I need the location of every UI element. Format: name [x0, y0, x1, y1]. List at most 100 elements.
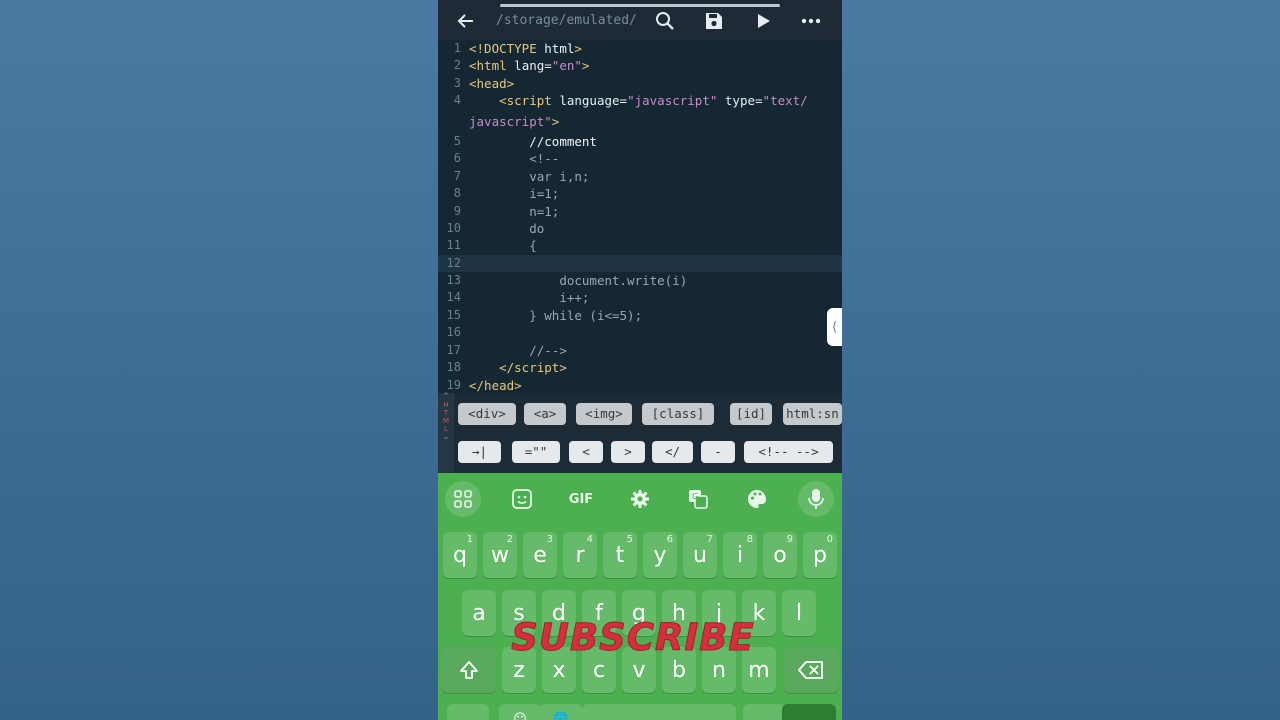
- code-line[interactable]: 10 do: [438, 220, 842, 237]
- snippet-language-selector[interactable]: ⌃ HTML ⌄: [438, 393, 454, 473]
- enter-key[interactable]: [782, 704, 836, 720]
- code-text[interactable]: do: [469, 220, 544, 237]
- gif-button[interactable]: GIF: [563, 481, 599, 517]
- snippet-chip[interactable]: </: [652, 441, 693, 463]
- more-icon[interactable]: [798, 8, 824, 34]
- code-editor[interactable]: 1 <!DOCTYPE html> 2 <html lang="en"> 3 <head>…: [438, 40, 842, 393]
- key-l[interactable]: l: [782, 590, 816, 636]
- key-r[interactable]: r4: [563, 532, 597, 578]
- symbols-key[interactable]: [447, 704, 489, 720]
- code-text[interactable]: i++;: [469, 289, 589, 306]
- language-key[interactable]: 🌐: [540, 704, 582, 720]
- code-text[interactable]: </head>: [469, 377, 522, 393]
- line-number: 1: [453, 41, 461, 55]
- line-number: 16: [446, 325, 461, 339]
- apps-grid-icon[interactable]: [445, 481, 481, 517]
- code-line[interactable]: 17 //-->: [438, 342, 842, 359]
- snippet-chip[interactable]: <img>: [576, 403, 632, 425]
- code-line[interactable]: 15 } while (i<=5);: [438, 307, 842, 324]
- key-i[interactable]: i8: [723, 532, 757, 578]
- settings-gear-icon[interactable]: [622, 481, 658, 517]
- snippet-chip[interactable]: <: [569, 441, 603, 463]
- code-line[interactable]: 5 //comment: [438, 133, 842, 150]
- spacebar[interactable]: [582, 704, 736, 720]
- code-line[interactable]: 2 <html lang="en">: [438, 57, 842, 74]
- code-line[interactable]: 6 <!--: [438, 150, 842, 167]
- key-p[interactable]: p0: [803, 532, 837, 578]
- code-text[interactable]: <script language="javascript" type="text…: [469, 92, 808, 109]
- code-line[interactable]: 18 </script>: [438, 359, 842, 376]
- back-arrow-icon[interactable]: [453, 8, 479, 34]
- snippet-chip[interactable]: <!-- -->: [744, 441, 833, 463]
- code-line[interactable]: 9 n=1;: [438, 203, 842, 220]
- code-text[interactable]: } while (i<=5);: [469, 307, 642, 324]
- backspace-key[interactable]: [784, 647, 838, 693]
- key-w[interactable]: w2: [483, 532, 517, 578]
- snippet-chip[interactable]: [class]: [642, 403, 714, 425]
- code-line[interactable]: 7 var i,n;: [438, 168, 842, 185]
- key-label: a: [472, 600, 486, 626]
- snippet-chip[interactable]: ="": [512, 441, 560, 463]
- snippet-chip[interactable]: <a>: [524, 403, 566, 425]
- snippet-chip[interactable]: <div>: [458, 403, 516, 425]
- key-a[interactable]: a: [462, 590, 496, 636]
- code-text[interactable]: <!DOCTYPE html>: [469, 40, 582, 57]
- key-hint: 0: [826, 534, 833, 545]
- code-text[interactable]: <html lang="en">: [469, 57, 589, 74]
- translate-icon[interactable]: G: [680, 481, 716, 517]
- key-t[interactable]: t5: [603, 532, 637, 578]
- snippet-chip[interactable]: [id]: [730, 403, 772, 425]
- play-icon[interactable]: [750, 8, 776, 34]
- code-text[interactable]: javascript">: [469, 113, 559, 130]
- file-path[interactable]: /storage/emulated/0: [496, 13, 636, 28]
- palette-icon[interactable]: [739, 481, 775, 517]
- save-icon[interactable]: [701, 8, 727, 34]
- code-text[interactable]: i=1;: [469, 185, 559, 202]
- key-e[interactable]: e3: [523, 532, 557, 578]
- code-text[interactable]: n=1;: [469, 203, 559, 220]
- code-line[interactable]: 19 </head>: [438, 377, 842, 393]
- code-line[interactable]: 16: [438, 324, 842, 341]
- code-line[interactable]: 1 <!DOCTYPE html>: [438, 40, 842, 57]
- code-text[interactable]: document.write(i): [469, 272, 687, 289]
- key-o[interactable]: o9: [763, 532, 797, 578]
- code-line[interactable]: 3 <head>: [438, 75, 842, 92]
- code-text[interactable]: <head>: [469, 75, 514, 92]
- shift-key[interactable]: [442, 647, 496, 693]
- snippet-bar: ⌃ HTML ⌄ <div> <a> <img> [class] [id] html:sn…: [438, 393, 842, 473]
- period-key[interactable]: [743, 704, 785, 720]
- key-q[interactable]: q1: [443, 532, 477, 578]
- key-hint: 3: [546, 534, 553, 545]
- code-text[interactable]: var i,n;: [469, 168, 589, 185]
- code-line[interactable]: 8 i=1;: [438, 185, 842, 202]
- snippet-chip[interactable]: >: [611, 441, 645, 463]
- key-label: y: [653, 542, 667, 568]
- key-u[interactable]: u7: [683, 532, 717, 578]
- sticker-icon[interactable]: [504, 481, 540, 517]
- code-line[interactable]: 4 <script language="javascript" type="te…: [438, 92, 842, 109]
- code-text[interactable]: //comment: [469, 133, 597, 150]
- code-line[interactable]: 11 {: [438, 237, 842, 254]
- key-label: c: [592, 657, 606, 683]
- snippet-chip[interactable]: →|: [458, 441, 501, 463]
- line-number: 17: [446, 343, 461, 357]
- code-text[interactable]: </script>: [469, 359, 567, 376]
- snippet-chip[interactable]: html:sn: [783, 403, 842, 425]
- emoji-key[interactable]: ☺: [499, 704, 541, 720]
- code-line[interactable]: 14 i++;: [438, 289, 842, 306]
- key-label: m: [748, 657, 770, 683]
- microphone-icon[interactable]: [798, 481, 834, 517]
- snippet-chip[interactable]: -: [701, 441, 735, 463]
- key-hint: 6: [666, 534, 673, 545]
- code-text[interactable]: <!--: [469, 150, 559, 167]
- side-panel-handle[interactable]: ⟨: [827, 308, 842, 346]
- code-text[interactable]: //-->: [469, 342, 567, 359]
- code-line[interactable]: javascript">: [438, 113, 842, 130]
- search-icon[interactable]: [652, 8, 678, 34]
- code-line[interactable]: 12: [438, 255, 842, 272]
- code-text[interactable]: {: [469, 237, 537, 254]
- backspace-icon: [798, 661, 823, 679]
- code-line[interactable]: 13 document.write(i): [438, 272, 842, 289]
- key-label: r: [575, 542, 585, 568]
- key-y[interactable]: y6: [643, 532, 677, 578]
